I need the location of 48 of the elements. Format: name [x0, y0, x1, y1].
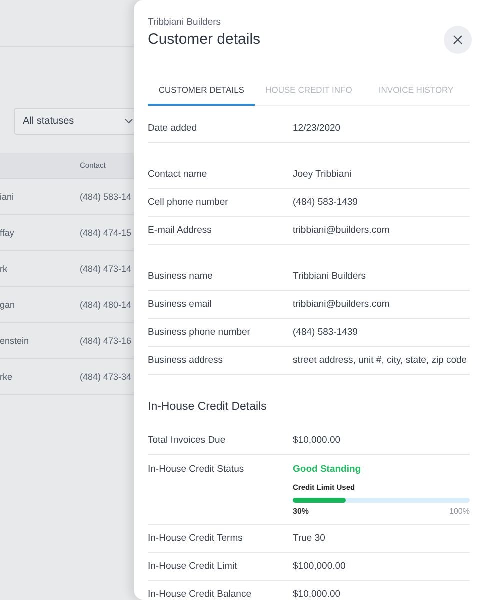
table-cell: (484) 480-14 — [80, 300, 132, 310]
table-cell-text: enstein — [0, 336, 30, 346]
table-cell-text: rke — [0, 372, 14, 382]
field-label: Total Invoices Due — [148, 435, 227, 446]
field-value: tribbiani@builders.com — [293, 225, 391, 236]
tab[interactable]: CUSTOMER DETAILS — [148, 76, 256, 106]
field-value: tribbiani@builders.com — [293, 299, 391, 310]
field-label: Business name — [148, 271, 214, 282]
field-label: Business address — [148, 355, 224, 366]
field-label: Business phone number — [148, 327, 252, 338]
field-value: (484) 583-1439 — [293, 197, 359, 208]
table-cell: (484) 473-34 — [80, 372, 132, 382]
table-cell: (484) 474-15 — [80, 228, 132, 238]
close-button[interactable] — [444, 26, 472, 54]
field-label: Contact name — [148, 169, 208, 180]
table-cell-text: rk — [0, 264, 8, 274]
panel-subtitle: Tribbiani Builders — [148, 16, 222, 30]
meter-max: 100% — [450, 507, 470, 516]
field-label: Date added — [148, 123, 198, 134]
field-value: Joey Tribbiani — [293, 169, 353, 180]
close-icon — [453, 35, 463, 45]
meter-reading: 30% — [293, 507, 310, 516]
table-cell-text: ffay — [0, 228, 16, 238]
section-heading: In-House Credit Details — [148, 400, 268, 415]
field-label: In-House Credit Terms — [148, 533, 244, 544]
status-text: Good Standing — [293, 464, 362, 475]
table-cell: (484) 473-14 — [80, 264, 132, 274]
table-cell-text: gan — [0, 300, 16, 310]
field-label: In-House Credit Status — [148, 464, 246, 475]
field-label: E-mail Address — [148, 225, 213, 236]
field-label: In-House Credit Limit — [148, 561, 238, 572]
field-label: In-House Credit Balance — [148, 589, 252, 600]
chevron-icon — [125, 119, 133, 124]
field-value: (484) 583-1439 — [293, 327, 359, 338]
table-cell: (484) 583-14 — [80, 192, 132, 202]
field-value: $10,000.00 — [293, 589, 342, 600]
field-value: $10,000.00 — [293, 435, 342, 446]
status-dropdown[interactable]: All statuses — [14, 108, 134, 135]
table-cell-text: iani — [0, 192, 16, 202]
field-value: $100,000.00 — [293, 561, 347, 572]
panel-title: Customer details — [148, 30, 261, 50]
field-value: True 30 — [293, 533, 326, 544]
field-label: Cell phone number — [148, 197, 230, 208]
field-label: Business email — [148, 299, 213, 310]
table-cell: (484) 473-16 — [80, 336, 132, 346]
field-value: 12/23/2020 — [293, 123, 342, 134]
field-value: Tribbiani Builders — [293, 271, 368, 282]
field-value: street address, unit #, city, state, zip code — [293, 355, 468, 366]
